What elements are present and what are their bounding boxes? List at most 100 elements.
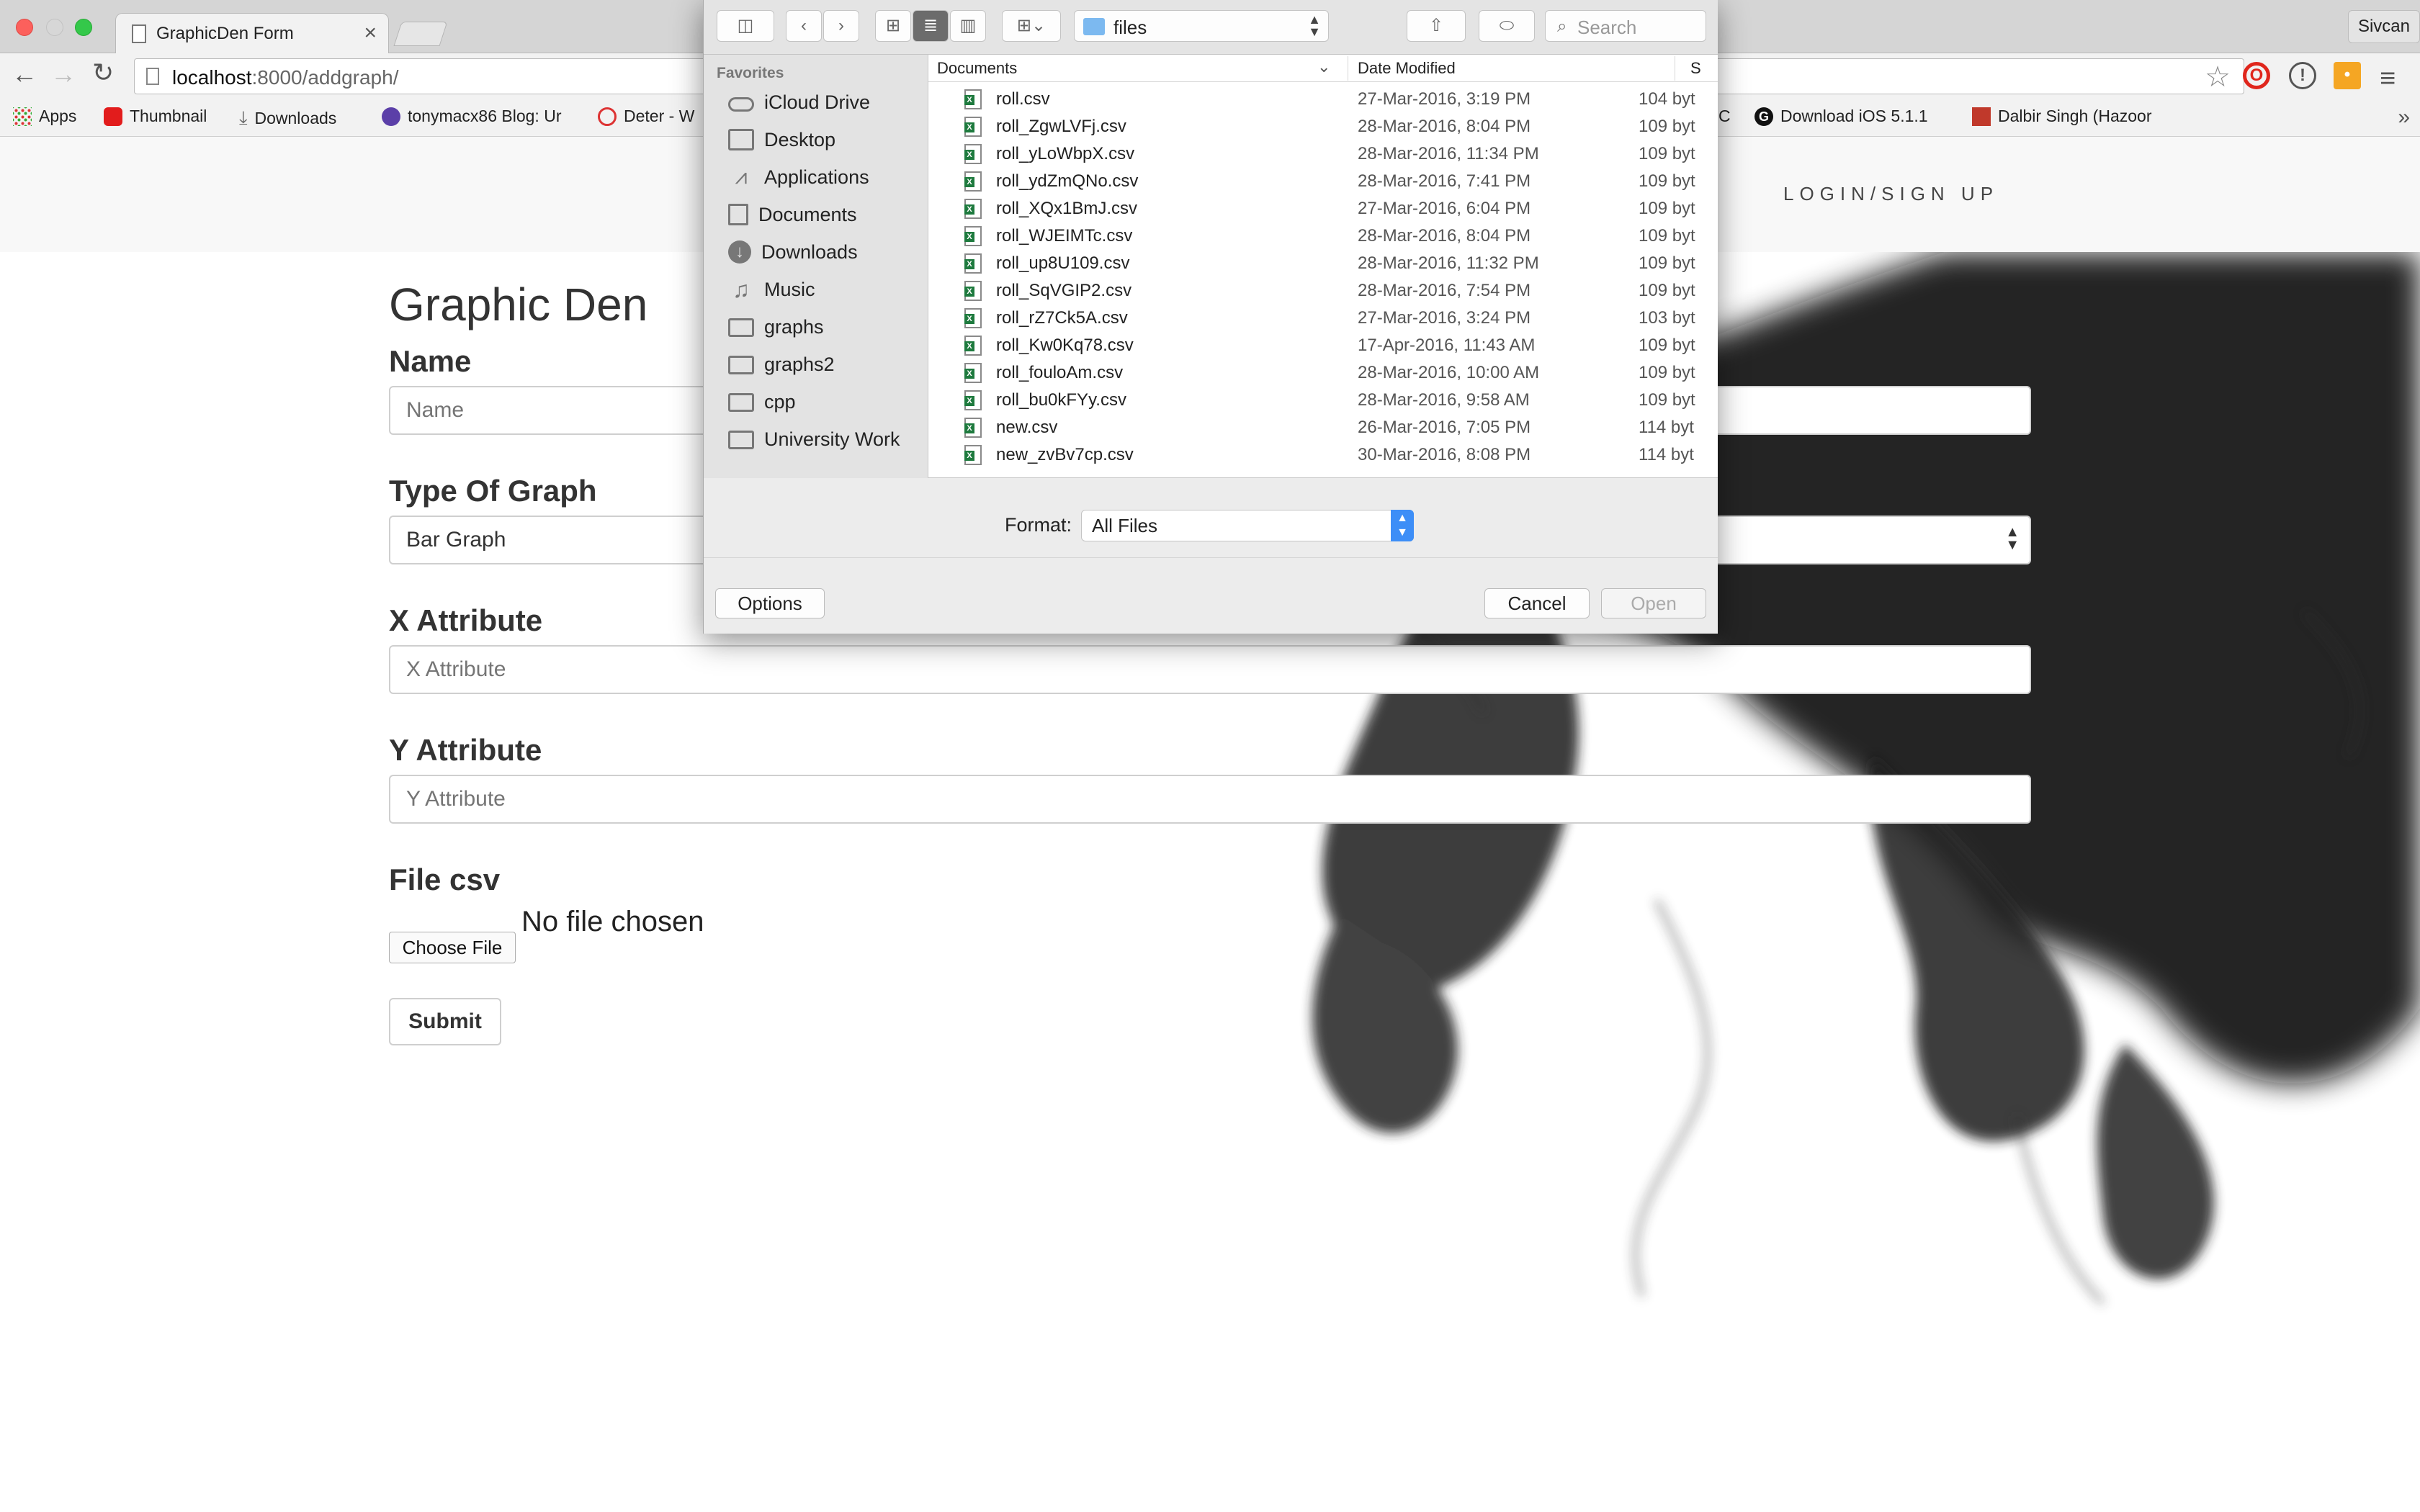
sidebar-item-graphs[interactable]: graphs — [728, 311, 923, 343]
icon-view-icon[interactable]: ⊞ — [875, 10, 911, 42]
file-row[interactable]: roll_bu0kFYy.csv28-Mar-2016, 9:58 AM109 … — [928, 386, 1718, 413]
cancel-button[interactable]: Cancel — [1484, 588, 1590, 618]
csv-file-icon — [964, 445, 982, 465]
file-row[interactable]: roll_yLoWbpX.csv28-Mar-2016, 11:34 PM109… — [928, 140, 1718, 167]
select-updown-icon: ▲ ▼ — [1391, 510, 1414, 541]
file-row[interactable]: roll.csv27-Mar-2016, 3:19 PM104 byt — [928, 85, 1718, 112]
share-icon[interactable]: ⇧ — [1407, 10, 1466, 42]
page-title: Graphic Den — [389, 279, 648, 330]
tab-graphicden-form[interactable]: GraphicDen Form × — [115, 13, 389, 54]
search-icon: ⌕ — [1557, 17, 1567, 36]
file-row[interactable]: roll_rZ7Ck5A.csv27-Mar-2016, 3:24 PM103 … — [928, 304, 1718, 331]
file-row[interactable]: new.csv26-Mar-2016, 7:05 PM114 byt — [928, 413, 1718, 441]
bookmark-dalbir-singh[interactable]: Dalbir Singh (Hazoor — [1972, 107, 2151, 126]
sidebar-item-graphs2[interactable]: graphs2 — [728, 348, 923, 380]
file-row[interactable]: roll_ydZmQNo.csv28-Mar-2016, 7:41 PM109 … — [928, 167, 1718, 194]
opera-extension-icon[interactable]: O — [2243, 62, 2270, 89]
name-label: Name — [389, 344, 472, 378]
bookmark-downloads[interactable]: ⤓ Downloads — [239, 107, 336, 130]
folder-icon — [728, 318, 754, 337]
column-header-name[interactable]: Documents — [937, 59, 1017, 78]
tag-icon[interactable]: ⬭ — [1479, 10, 1535, 42]
tab-title: GraphicDen Form — [156, 24, 294, 43]
bookmark-c[interactable]: C — [1718, 107, 1731, 126]
file-row[interactable]: roll_WJEIMTc.csv28-Mar-2016, 8:04 PM109 … — [928, 222, 1718, 249]
location-popup[interactable]: files ▲ ▼ — [1074, 10, 1329, 42]
desktop-icon — [728, 129, 754, 150]
x-attribute-input[interactable] — [389, 645, 2031, 694]
location-label: files — [1113, 17, 1147, 38]
back-arrow-icon[interactable]: ← — [12, 59, 37, 89]
file-row[interactable]: roll_XQx1BmJ.csv27-Mar-2016, 6:04 PM109 … — [928, 194, 1718, 222]
search-placeholder: Search — [1577, 17, 1637, 38]
tab-close-icon[interactable]: × — [364, 21, 377, 45]
sidebar-item-university-work[interactable]: University Work — [728, 423, 923, 455]
file-row[interactable]: roll_ZgwLVFj.csv28-Mar-2016, 8:04 PM109 … — [928, 112, 1718, 140]
forward-chevron-icon[interactable]: › — [823, 10, 859, 42]
applications-icon: ⩘ — [735, 165, 748, 189]
sidebar-item-documents[interactable]: Documents — [728, 199, 923, 230]
file-row[interactable]: roll_up8U109.csv28-Mar-2016, 11:32 PM109… — [928, 249, 1718, 276]
format-bar: Format: All Files ▲ ▼ — [704, 478, 1718, 557]
sidebar-item-cpp[interactable]: cpp — [728, 386, 923, 418]
sidebar-item-desktop[interactable]: Desktop — [728, 124, 923, 156]
blue-folder-icon — [1083, 18, 1105, 35]
new-tab-button[interactable] — [393, 22, 448, 46]
bookmark-tonymacx86[interactable]: tonymacx86 Blog: Ur — [382, 107, 561, 126]
window-zoom-button[interactable] — [75, 19, 92, 36]
page-info-icon[interactable] — [146, 68, 159, 85]
profile-button[interactable]: Sivcan — [2348, 10, 2420, 43]
window-minimize-button[interactable] — [46, 19, 63, 36]
file-row[interactable]: roll_fouloAm.csv28-Mar-2016, 10:00 AM109… — [928, 359, 1718, 386]
documents-icon — [728, 204, 748, 225]
choose-file-button[interactable]: Choose File — [389, 932, 516, 963]
menu-hamburger-icon[interactable]: ≡ — [2380, 63, 2396, 94]
csv-file-icon — [964, 144, 982, 164]
csv-file-icon — [964, 89, 982, 109]
sidebar-item-icloud-drive[interactable]: iCloud Drive — [728, 86, 923, 118]
dialog-footer: Options Cancel Open — [704, 557, 1718, 634]
bookmark-apps[interactable]: Apps — [13, 107, 76, 126]
bookmark-star-icon[interactable]: ☆ — [2205, 60, 2231, 94]
bookmark-download-ios[interactable]: G Download iOS 5.1.1 — [1754, 107, 1928, 126]
reader-extension-icon[interactable]: • — [2334, 62, 2361, 89]
sort-chevron-icon[interactable]: ⌄ — [1317, 58, 1330, 76]
folder-icon — [728, 356, 754, 374]
forward-arrow-icon[interactable]: → — [50, 59, 76, 89]
arrange-menu-icon[interactable]: ⊞⌄ — [1002, 10, 1061, 42]
h-icon — [1972, 107, 1991, 126]
column-view-icon[interactable]: ▥ — [950, 10, 986, 42]
open-button[interactable]: Open — [1601, 588, 1706, 618]
bookmark-deter[interactable]: Deter - W — [598, 107, 694, 126]
dialog-search-field[interactable]: ⌕ Search — [1545, 10, 1706, 42]
login-signup-link[interactable]: LOGIN/SIGN UP — [1783, 183, 1999, 205]
sidebar-item-downloads[interactable]: ↓ Downloads — [728, 236, 923, 268]
sidebar-toggle-icon[interactable]: ◫ — [717, 10, 774, 42]
bookmarks-more-chevron-icon[interactable]: » — [2398, 105, 2410, 130]
file-row[interactable]: roll_Kw0Kq78.csv17-Apr-2016, 11:43 AM109… — [928, 331, 1718, 359]
format-select[interactable]: All Files ▲ ▼ — [1081, 510, 1414, 541]
csv-file-icon — [964, 390, 982, 410]
file-row[interactable]: new_zvBv7cp.csv30-Mar-2016, 8:08 PM114 b… — [928, 441, 1718, 468]
csv-file-icon — [964, 418, 982, 438]
file-csv-label: File csv — [389, 863, 501, 896]
csv-file-icon — [964, 363, 982, 383]
sidebar-item-music[interactable]: ♫ Music — [728, 274, 923, 305]
sidebar-item-applications[interactable]: ⩘ Applications — [728, 161, 923, 193]
select-updown-icon: ▲ ▼ — [2005, 524, 2020, 553]
info-extension-icon[interactable]: ! — [2289, 62, 2316, 89]
youtube-icon — [104, 107, 122, 126]
folder-icon — [728, 431, 754, 449]
bookmark-thumbnail[interactable]: Thumbnail — [104, 107, 207, 126]
list-view-icon[interactable]: ≣ — [913, 10, 949, 42]
reload-icon[interactable]: ↻ — [92, 58, 114, 88]
column-header-size[interactable]: S — [1690, 59, 1701, 78]
y-attribute-input[interactable] — [389, 775, 2031, 824]
back-chevron-icon[interactable]: ‹ — [786, 10, 822, 42]
file-row[interactable]: roll_SqVGIP2.csv28-Mar-2016, 7:54 PM109 … — [928, 276, 1718, 304]
submit-button[interactable]: Submit — [389, 998, 501, 1045]
window-close-button[interactable] — [16, 19, 33, 36]
column-header-date-modified[interactable]: Date Modified — [1358, 59, 1456, 78]
options-button[interactable]: Options — [715, 588, 825, 618]
file-list-header: Documents ⌄ Date Modified S — [928, 55, 1718, 82]
